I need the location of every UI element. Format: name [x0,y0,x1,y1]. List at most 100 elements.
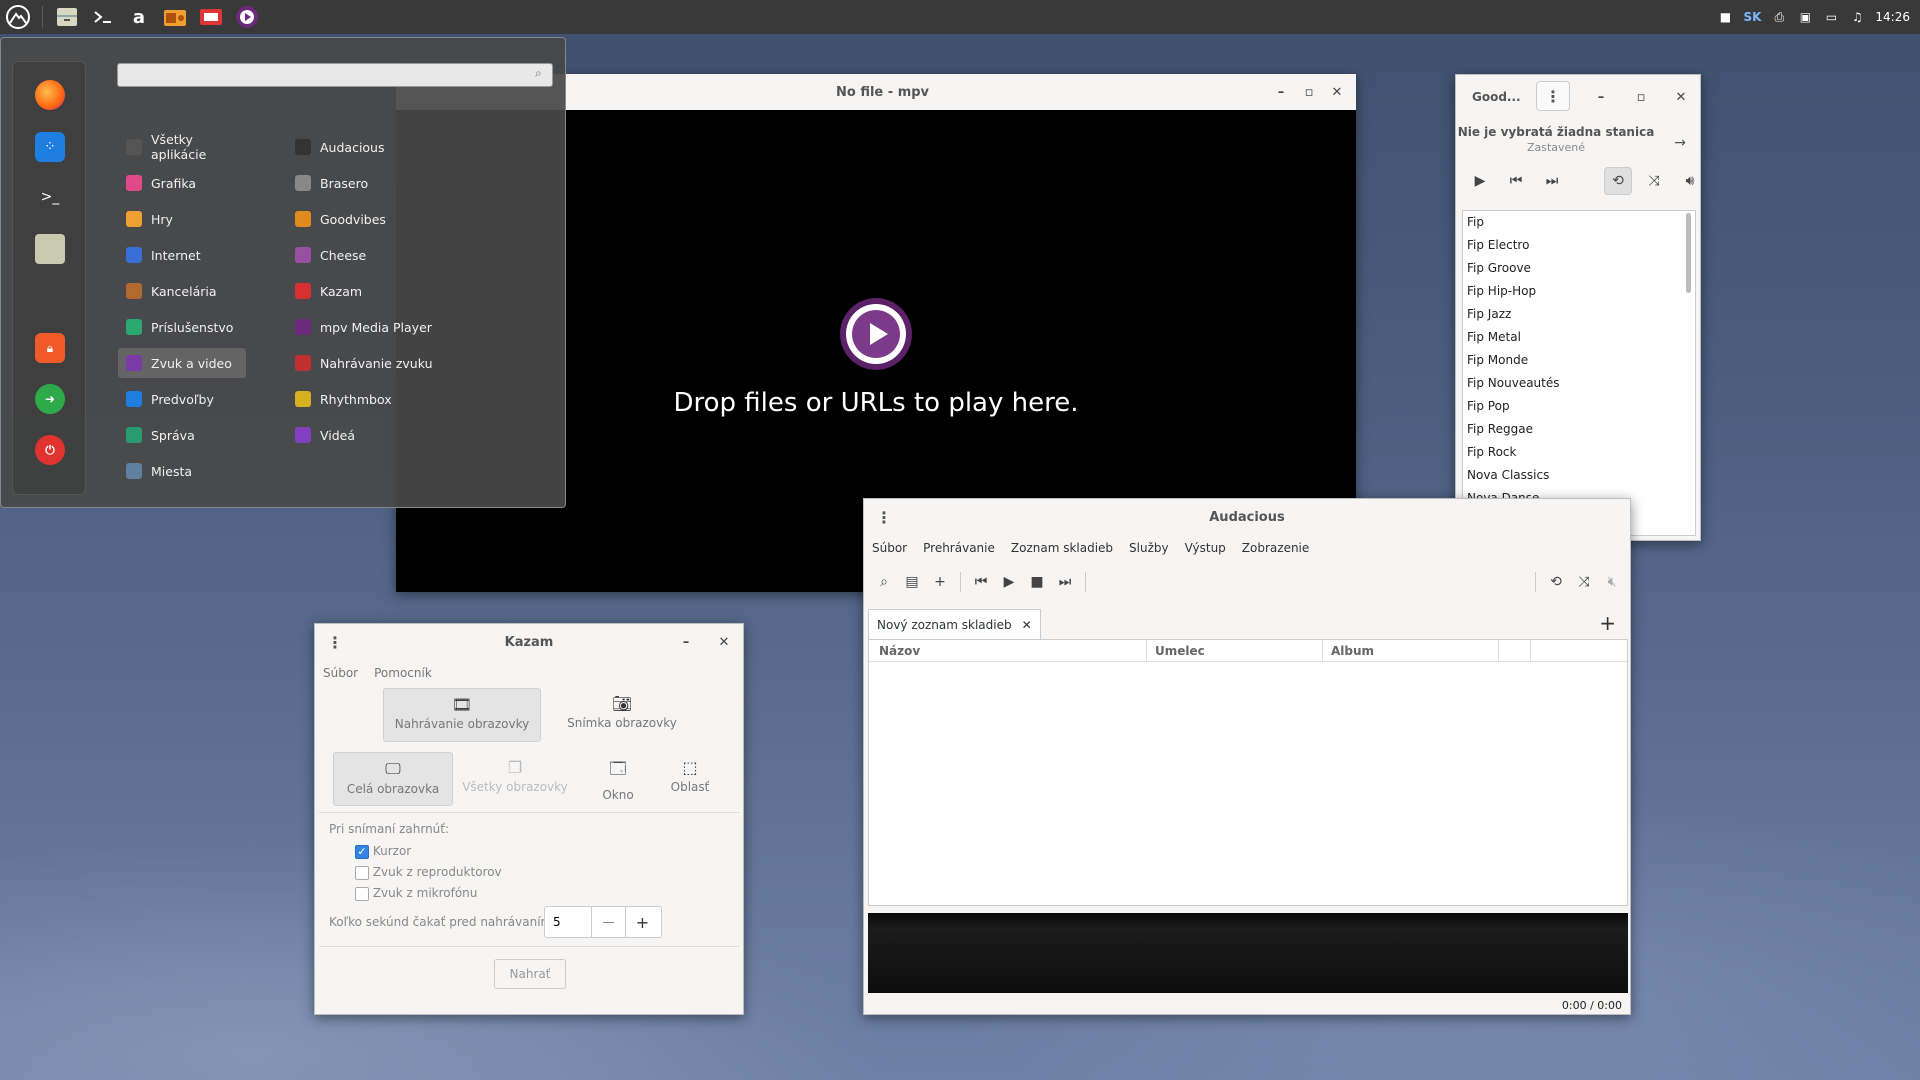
app-5[interactable]: mpv Media Player [287,312,477,342]
checkbox-checked-icon[interactable]: ✓ [355,844,369,859]
launcher-files[interactable] [49,0,85,34]
add-tab-icon[interactable]: + [1599,611,1616,635]
close-icon[interactable]: ✕ [1674,90,1688,105]
column-title[interactable]: Názov [869,640,1147,661]
arrow-right-icon[interactable]: → [1674,135,1686,151]
volume-muted-icon[interactable]: 🔇︎ [1598,568,1626,596]
keyboard-layout[interactable]: SK [1743,10,1761,24]
app-0[interactable]: Audacious [287,132,477,162]
mode-screenshot[interactable]: 📷︎ Snímka obrazovky [547,688,697,742]
repeat-icon[interactable]: ⟲ [1604,167,1632,195]
minimize-icon[interactable]: – [1594,90,1608,105]
station-item[interactable]: Fip Jazz [1463,303,1695,326]
shuffle-icon[interactable]: ⤨ [1640,167,1668,195]
station-item[interactable]: Nova Classics [1463,464,1695,487]
option-mic[interactable]: Zvuk z mikrofónu [355,886,477,901]
option-cursor[interactable]: ✓ Kurzor [355,844,411,859]
launcher-audacious[interactable]: a [121,0,157,34]
play-icon[interactable]: ▶ [995,568,1023,596]
category-7[interactable]: Predvoľby [118,384,246,414]
option-speakers[interactable]: Zvuk z reproduktorov [355,865,502,880]
next-icon[interactable]: ⏭ [1051,568,1079,596]
station-item[interactable]: Fip Metal [1463,326,1695,349]
menu-button[interactable] [0,0,36,34]
next-icon[interactable]: ⏭ [1538,167,1566,195]
firefox-icon[interactable] [35,80,65,110]
terminal-icon[interactable]: >_ [35,182,65,212]
menu-dots-icon[interactable]: ⋮ [327,624,343,660]
music-icon[interactable]: ♫ [1849,9,1865,25]
menu-item[interactable]: Zoznam skladieb [1011,541,1113,555]
audacious-titlebar[interactable]: ⋮ Audacious [864,499,1630,535]
station-item[interactable]: Fip Groove [1463,257,1695,280]
close-icon[interactable]: ✕ [1330,85,1344,100]
menu-file[interactable]: Súbor [323,666,358,680]
maximize-icon[interactable]: ▫ [1634,90,1648,105]
category-6[interactable]: Zvuk a video [118,348,246,378]
menu-item[interactable]: Služby [1129,541,1169,555]
category-5[interactable]: Príslušenstvo [118,312,246,342]
file-manager-icon[interactable] [35,234,65,264]
user-icon[interactable]: ▣ [1797,9,1813,25]
lock-screen-icon[interactable]: 🔒︎ [35,333,65,363]
app-6[interactable]: Nahrávanie zvuku [287,348,477,378]
video-camera-icon[interactable]: ■ [1717,9,1733,25]
settings-app-icon[interactable]: ⁘ [35,132,65,162]
checkbox-icon[interactable] [355,865,369,880]
category-9[interactable]: Miesta [118,456,246,486]
category-4[interactable]: Kancelária [118,276,246,306]
open-files-icon[interactable]: ▤ [898,568,926,596]
logout-icon[interactable]: ➜ [35,384,65,414]
station-item[interactable]: Fip Electro [1463,234,1695,257]
app-search-input[interactable] [117,63,553,87]
launcher-goodvibes[interactable] [157,0,193,34]
printer-icon[interactable]: ⎙ [1771,9,1787,25]
station-item[interactable]: Fip Hip-Hop [1463,280,1695,303]
station-item[interactable]: Fip Reggae [1463,418,1695,441]
launcher-mpv[interactable] [229,0,265,34]
source-fullscreen[interactable]: 🖵︎ Celá obrazovka [333,752,453,806]
search-icon[interactable]: ⌕ [870,568,898,596]
menu-dots-icon[interactable]: ⋮ [876,499,892,535]
app-7[interactable]: Rhythmbox [287,384,477,414]
menu-item[interactable]: Zobrazenie [1242,541,1309,555]
station-item[interactable]: Fip Rock [1463,441,1695,464]
checkbox-icon[interactable] [355,886,369,901]
app-2[interactable]: Goodvibes [287,204,477,234]
close-tab-icon[interactable]: ✕ [1022,618,1032,632]
category-2[interactable]: Hry [118,204,246,234]
station-item[interactable]: Fip [1463,211,1695,234]
source-area[interactable]: ⬚ Oblasť [655,752,725,806]
repeat-icon[interactable]: ⟲ [1542,568,1570,596]
menu-help[interactable]: Pomocník [374,666,432,680]
category-0[interactable]: Všetky aplikácie [118,132,246,162]
shuffle-icon[interactable]: ⤨ [1570,568,1598,596]
power-icon[interactable]: ⏻ [35,435,65,465]
plus-icon[interactable]: + [625,907,659,937]
app-1[interactable]: Brasero [287,168,477,198]
app-3[interactable]: Cheese [287,240,477,270]
maximize-icon[interactable]: ▫ [1302,85,1316,100]
mode-record[interactable]: 🎞︎ Nahrávanie obrazovky [383,688,541,742]
source-window[interactable]: 🗔︎ Okno [583,752,653,806]
goodvibes-titlebar[interactable]: Good... ⋮ – ▫ ✕ [1456,75,1700,119]
category-8[interactable]: Správa [118,420,246,450]
column-album[interactable]: Album [1323,640,1499,661]
menu-item[interactable]: Súbor [872,541,907,555]
add-icon[interactable]: + [926,568,954,596]
stop-icon[interactable]: ■ [1023,568,1051,596]
playlist-tab[interactable]: Nový zoznam skladieb ✕ [868,609,1041,639]
minus-icon[interactable]: — [591,907,625,937]
station-item[interactable]: Fip Pop [1463,395,1695,418]
close-icon[interactable]: ✕ [717,635,731,650]
app-8[interactable]: Videá [287,420,477,450]
menu-dots-icon[interactable]: ⋮ [1536,81,1570,111]
clock[interactable]: 14:26 [1875,10,1910,24]
previous-icon[interactable]: ⏮ [1502,167,1530,195]
app-4[interactable]: Kazam [287,276,477,306]
station-item[interactable]: Fip Nouveautés [1463,372,1695,395]
previous-icon[interactable]: ⏮ [967,568,995,596]
play-icon[interactable]: ▶ [1466,167,1494,195]
category-1[interactable]: Grafika [118,168,246,198]
column-artist[interactable]: Umelec [1147,640,1323,661]
